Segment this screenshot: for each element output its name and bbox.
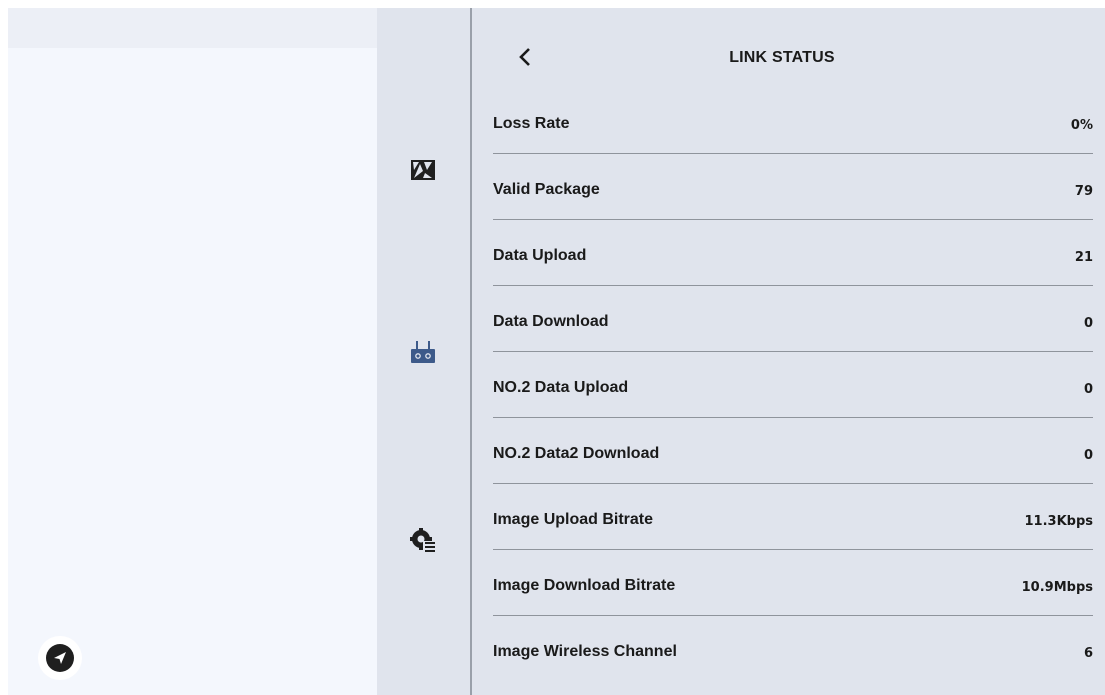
rail-item-camera[interactable] (399, 148, 447, 196)
list-item: NO.2 Data2 Download 0 (493, 418, 1093, 484)
camera-aperture-icon (410, 158, 436, 187)
row-value: 0 (1083, 448, 1093, 463)
map-pane (8, 8, 377, 695)
link-status-panel: LINK STATUS Loss Rate 0% Valid Package 7… (472, 8, 1105, 695)
status-list: Loss Rate 0% Valid Package 79 Data Uploa… (493, 88, 1093, 682)
list-item: Data Upload 21 (493, 220, 1093, 286)
row-label: Image Wireless Channel (493, 643, 677, 660)
page-title: LINK STATUS (729, 49, 835, 66)
send-button[interactable] (38, 636, 82, 680)
list-item: Valid Package 79 (493, 154, 1093, 220)
row-label: Image Download Bitrate (493, 577, 676, 594)
back-button[interactable] (512, 44, 538, 74)
rail-item-general[interactable] (399, 518, 447, 566)
row-value: 0% (1070, 118, 1093, 133)
row-label: NO.2 Data Upload (493, 379, 629, 396)
row-value: 10.9Mbps (1021, 580, 1093, 595)
row-value: 0 (1083, 316, 1093, 331)
list-item: Image Download Bitrate 10.9Mbps (493, 550, 1093, 616)
send-arrow-icon (46, 644, 74, 672)
row-label: Data Download (493, 313, 609, 330)
list-item: NO.2 Data Upload 0 (493, 352, 1093, 418)
row-label: Image Upload Bitrate (493, 511, 654, 528)
left-top-strip (8, 8, 377, 48)
row-value: 6 (1083, 646, 1093, 661)
row-label: Loss Rate (493, 115, 570, 132)
row-label: Valid Package (493, 181, 600, 198)
gear-list-icon (410, 527, 436, 558)
settings-rail (377, 8, 470, 695)
list-item: Image Upload Bitrate 11.3Kbps (493, 484, 1093, 550)
row-label: NO.2 Data2 Download (493, 445, 660, 462)
list-item: Loss Rate 0% (493, 88, 1093, 154)
remote-controller-icon (410, 339, 436, 370)
list-item: Data Download 0 (493, 286, 1093, 352)
rail-item-controller[interactable] (399, 330, 447, 378)
chevron-left-icon (518, 47, 532, 72)
list-item: Image Wireless Channel 6 (493, 616, 1093, 682)
row-value: 79 (1074, 184, 1093, 199)
row-label: Data Upload (493, 247, 587, 264)
row-value: 0 (1083, 382, 1093, 397)
row-value: 11.3Kbps (1024, 514, 1094, 529)
row-value: 21 (1074, 250, 1093, 265)
